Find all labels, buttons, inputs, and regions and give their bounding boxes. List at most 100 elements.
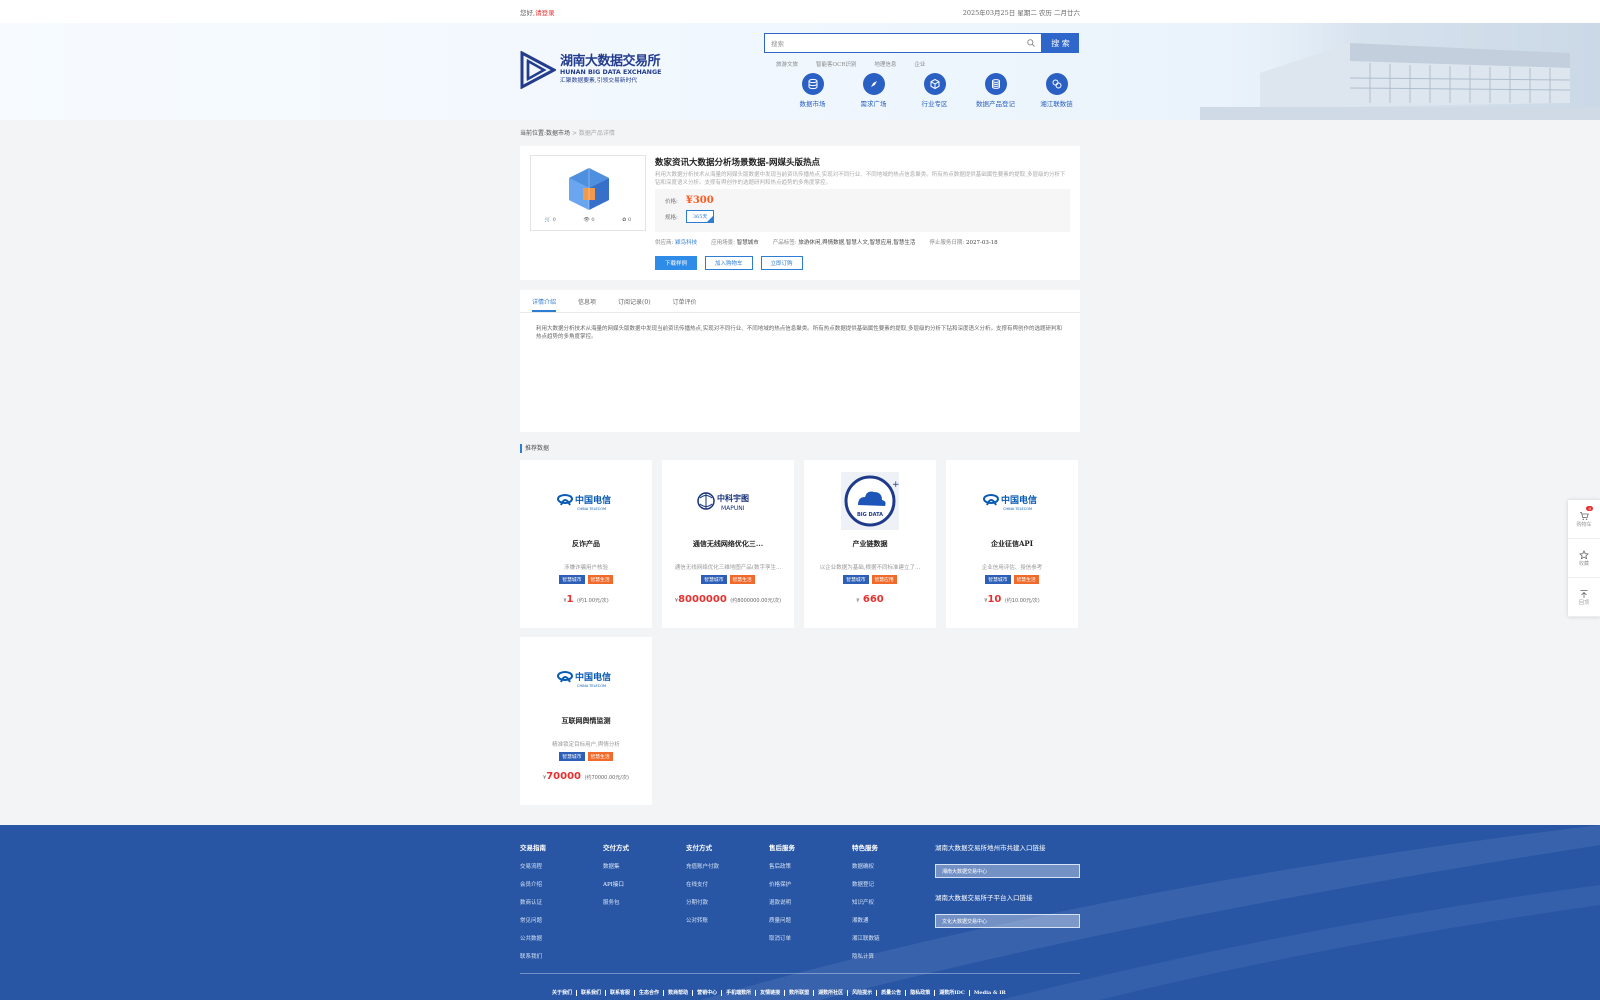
footer-link[interactable]: 湘数通 (852, 916, 935, 924)
svg-text:中国电信: 中国电信 (1001, 494, 1037, 506)
footer-link[interactable]: 交易流程 (520, 862, 603, 870)
hot-word[interactable]: 企业 (914, 60, 925, 68)
footer-bottom-link[interactable]: 联系我们 (577, 990, 607, 996)
nav-industry-zone[interactable]: 行业专区 (904, 73, 965, 108)
recommend-card[interactable]: 中国电信 CHINA TELECOM 企业征信API 企业信用评估、授信参考 智慧… (946, 460, 1078, 628)
footer-link[interactable]: 分期付款 (686, 898, 769, 906)
link-icon (1052, 79, 1061, 89)
cube-icon (930, 78, 939, 90)
tab-subscriptions[interactable]: 订阅记录(0) (618, 297, 651, 306)
hot-word[interactable]: 智能客OCR识别 (816, 60, 856, 68)
search-input[interactable]: 搜索 (764, 33, 1042, 53)
add-to-cart-button[interactable]: 加入购物车 (705, 256, 753, 270)
download-sample-button[interactable]: 下载样例 (655, 256, 698, 270)
favorite-count[interactable]: ✿ 0 (622, 217, 631, 223)
footer-link[interactable]: 数据确权 (852, 862, 935, 870)
footer-link[interactable]: 公共数据 (520, 934, 603, 942)
footer-col-special: 特色服务 数据确权 数据登记 知识产权 湘数通 湘江联数链 隐私计算 (852, 842, 935, 970)
footer-bottom-link[interactable]: 数所联盟 (785, 990, 815, 996)
footer-bottom-link[interactable]: 风险提示 (848, 990, 878, 996)
breadcrumb: 当前位置:数据市场 > 数据产品详情 (520, 130, 615, 137)
footer-bottom-link[interactable]: Media & IR (970, 990, 1010, 996)
recommend-card[interactable]: 中国电信 CHINA TELECOM 互联网舆情监测 精准锁定目标用户,舆情分析 … (520, 637, 652, 805)
footer-link[interactable]: 联系我们 (520, 952, 603, 960)
footer-link[interactable]: 数据集 (603, 862, 686, 870)
card-tag: 智慧生活 (1013, 575, 1039, 584)
footer-bottom-links: 关于我们 联系我们 联系客服 生态合作 数商帮助 营销中心 手机端数所 友情链接… (548, 990, 1010, 996)
footer-bottom-link[interactable]: 湖数所社区 (814, 990, 849, 996)
card-desc: 通信无线网络优化三维地图产品(数字孪生... (674, 565, 782, 571)
recommend-card[interactable]: 中科宇图 MAPUNI 通信无线网络优化三... 通信无线网络优化三维地图产品(数… (662, 460, 794, 628)
footer-link[interactable]: 数商认证 (520, 898, 603, 906)
svg-text:CHINA TELECOM: CHINA TELECOM (577, 507, 606, 511)
nav-xiangjiang-chain[interactable]: 湘江联数链 (1026, 73, 1087, 108)
card-tag: 智慧生活 (587, 752, 613, 761)
subplatform-entry-select[interactable]: 文化大数据交易中心 (935, 914, 1080, 928)
side-cart-button[interactable]: 0 购物车 (1568, 500, 1600, 539)
side-favorite-button[interactable]: 收藏 (1568, 539, 1600, 578)
recommend-card[interactable]: 中国电信 CHINA TELECOM 反诈产品 涉嫌诈骗用户核验 智慧城市 智慧生活… (520, 460, 652, 628)
breadcrumb-parent[interactable]: 数据市场 (546, 130, 570, 137)
footer-bottom-link[interactable]: 手机端数所 (722, 990, 757, 996)
footer-link[interactable]: 售后政策 (769, 862, 852, 870)
hot-word[interactable]: 地理信息 (874, 60, 896, 68)
tab-reviews[interactable]: 订单评价 (673, 297, 697, 306)
footer-col-delivery: 交付方式 数据集 API接口 服务包 (603, 842, 686, 970)
login-prompt: 您好,请登录 (520, 7, 555, 17)
nav-demand-plaza[interactable]: 需求广场 (843, 73, 904, 108)
coin-stack-icon (991, 79, 1000, 89)
footer-link[interactable]: 充值账户付款 (686, 862, 769, 870)
footer-bottom-link[interactable]: 生态合作 (635, 990, 665, 996)
site-logo[interactable]: 湖南大数据交易所 HUNAN BIG DATA EXCHANGE 汇聚数据要素,… (520, 51, 661, 89)
footer-link[interactable]: 隐私计算 (852, 952, 935, 960)
footer-link[interactable]: 湘江联数链 (852, 934, 935, 942)
side-back-to-top-button[interactable]: 回顶 (1568, 578, 1600, 617)
product-summary-card: 🛒 0 👁 0 ✿ 0 数家资讯大数据分析场景数据-网媒头版热点 利用大数据分析… (520, 146, 1080, 280)
footer: 交易指南 交易流程 会员介绍 数商认证 常见问题 公共数据 联系我们 交付方式 … (0, 825, 1600, 1000)
supplier-link[interactable]: 颖鸟科技 (675, 240, 697, 246)
detail-tabs: 详情介绍 信息项 订阅记录(0) 订单评价 (520, 290, 1080, 313)
footer-link[interactable]: 退款说明 (769, 898, 852, 906)
footer-bottom-link[interactable]: 数商帮助 (664, 990, 694, 996)
tab-fields[interactable]: 信息项 (578, 297, 596, 306)
footer-link[interactable]: 数据登记 (852, 880, 935, 888)
footer-bottom-link[interactable]: 关于我们 (548, 990, 578, 996)
footer-bottom-link[interactable]: 质量公告 (877, 990, 907, 996)
spec-option[interactable]: 365天 (685, 210, 715, 223)
product-title: 数家资讯大数据分析场景数据-网媒头版热点 (655, 158, 821, 168)
footer-bottom-link[interactable]: 隐私政策 (906, 990, 936, 996)
footer-link[interactable]: 取消订单 (769, 934, 852, 942)
footer-link[interactable]: API接口 (603, 880, 686, 888)
footer-bottom-link[interactable]: 湖数所IDC (935, 990, 970, 996)
tab-intro[interactable]: 详情介绍 (532, 297, 557, 312)
footer-bottom-link[interactable]: 友情链接 (756, 990, 786, 996)
svg-text:中科宇图: 中科宇图 (717, 493, 749, 503)
footer-bottom-link[interactable]: 营销中心 (693, 990, 723, 996)
buy-now-button[interactable]: 立即订购 (760, 256, 803, 270)
search-button[interactable]: 搜 索 (1042, 33, 1079, 53)
svg-text:中国电信: 中国电信 (575, 671, 611, 683)
footer-link[interactable]: 公对转账 (686, 916, 769, 924)
footer-link[interactable]: 在线支付 (686, 880, 769, 888)
svg-text:BIG DATA: BIG DATA (857, 512, 883, 518)
footer-link[interactable]: 常见问题 (520, 916, 603, 924)
compass-icon (870, 81, 877, 87)
footer-link[interactable]: 价格保护 (769, 880, 852, 888)
footer-bottom-link[interactable]: 联系客服 (606, 990, 636, 996)
nav-data-market[interactable]: 数据市场 (782, 73, 843, 108)
city-entry-select[interactable]: 湘南大数据交易中心 (935, 864, 1080, 878)
nav-product-register[interactable]: 数据产品登记 (965, 73, 1026, 108)
card-name: 反诈产品 (572, 539, 600, 548)
hot-word[interactable]: 旅游文旅 (776, 60, 798, 68)
footer-link[interactable]: 质量问题 (769, 916, 852, 924)
svg-text:MAPUNI: MAPUNI (721, 505, 745, 512)
detail-content: 利用大数据分析技术从海量的网媒头版数据中发现当前资讯传播热点,实现对不同行业、不… (536, 326, 1063, 340)
footer-link[interactable]: 知识产权 (852, 898, 935, 906)
footer-link[interactable]: 服务包 (603, 898, 686, 906)
recommend-card[interactable]: BIG DATA + 产业链数据 以企业数据为基础,根据不同标准建立了... 智慧… (804, 460, 936, 628)
cart-count[interactable]: 🛒 0 (545, 217, 556, 223)
card-price: ¥70000 (约70000.00元/次) (543, 771, 629, 782)
footer-link[interactable]: 会员介绍 (520, 880, 603, 888)
login-link[interactable]: 请登录 (535, 9, 555, 17)
back-to-top-icon (1580, 589, 1588, 598)
